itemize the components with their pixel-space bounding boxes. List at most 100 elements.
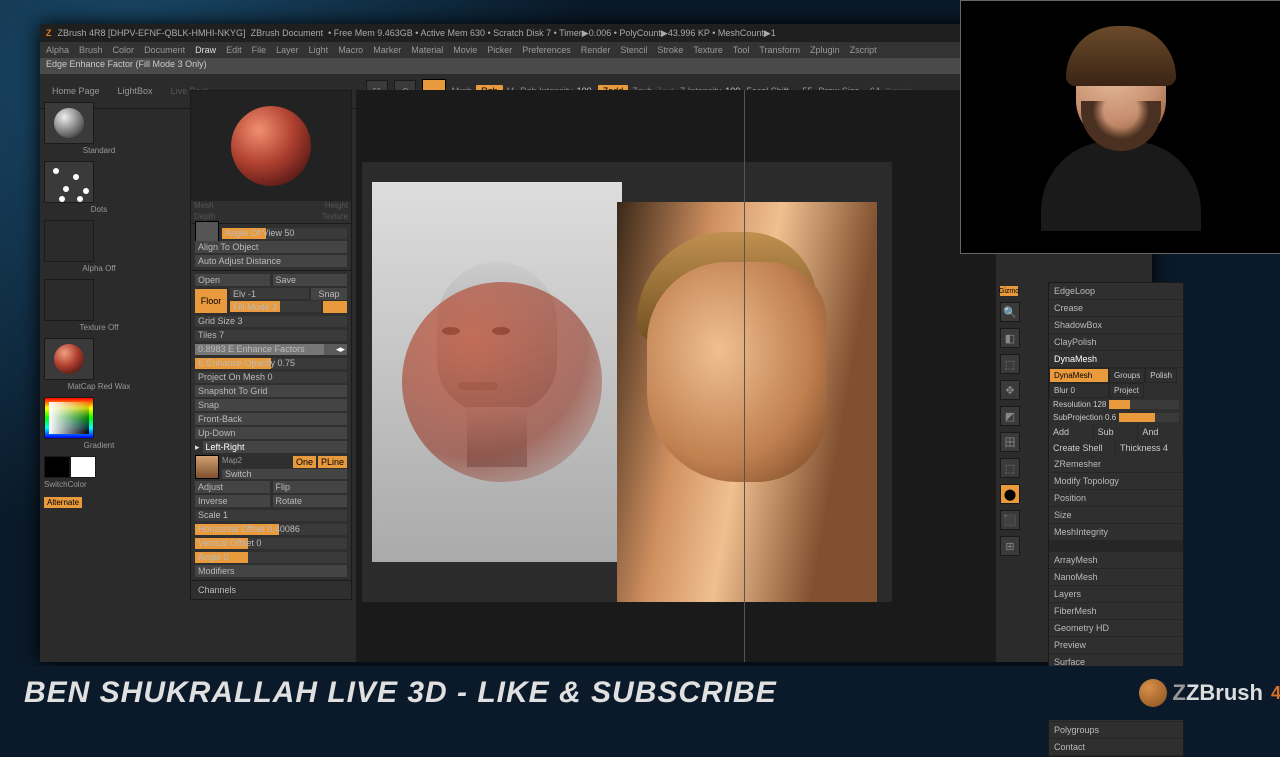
e-enhance-opacity-slider[interactable]: E Enhance Opacity 0.75 [195, 358, 347, 369]
elv-slider[interactable]: Elv -1 [230, 288, 309, 299]
scale-slider[interactable]: Scale 1 [195, 510, 347, 521]
project-on-mesh-slider[interactable]: Project On Mesh 0 [195, 372, 347, 383]
left-right-button[interactable]: Left-Right [203, 441, 347, 453]
tab-lightbox[interactable]: LightBox [112, 84, 159, 98]
material-thumbnail[interactable] [44, 338, 94, 380]
menu-item[interactable]: Preferences [522, 45, 571, 55]
and-button[interactable]: And [1138, 424, 1183, 440]
angle-of-view-slider[interactable]: Angle Of View 50 [222, 228, 347, 239]
menu-item[interactable]: Material [411, 45, 443, 55]
grid-icon[interactable]: 田 [1000, 432, 1020, 452]
angle-slider[interactable]: Angle 0 [195, 552, 347, 563]
auto-adjust-button[interactable]: Auto Adjust Distance [195, 255, 347, 267]
pline-button[interactable]: PLine [318, 456, 347, 468]
document-area[interactable] [362, 162, 892, 602]
subprojection-label[interactable]: SubProjection 0.6 [1053, 413, 1116, 422]
grid-size-slider[interactable]: Grid Size 3 [195, 316, 347, 327]
menu-item[interactable]: Alpha [46, 45, 69, 55]
adjust-button[interactable]: Adjust [195, 481, 270, 493]
panel-item[interactable]: ClayPolish [1049, 334, 1183, 351]
preview-tab[interactable]: Depth [194, 212, 215, 221]
brush-thumbnail[interactable] [44, 102, 94, 144]
snap-grid-button[interactable]: Snap [195, 399, 347, 411]
perspective-icon[interactable]: ⬚ [1000, 458, 1020, 478]
menu-item[interactable]: Layer [276, 45, 299, 55]
switch-color-label[interactable]: SwitchColor [44, 480, 154, 489]
dynamesh-button[interactable]: DynaMesh [1049, 368, 1109, 383]
thickness-slider[interactable]: Thickness 4 [1116, 440, 1183, 456]
panel-item[interactable]: Polygroups [1049, 722, 1183, 739]
panel-item[interactable]: Geometry HD [1049, 620, 1183, 637]
up-down-button[interactable]: Up-Down [195, 427, 347, 439]
panel-item[interactable]: ShadowBox [1049, 317, 1183, 334]
menu-item[interactable]: Marker [373, 45, 401, 55]
add-button[interactable]: Add [1049, 424, 1094, 440]
panel-item[interactable]: MeshIntegrity [1049, 524, 1183, 541]
alpha-thumbnail[interactable] [44, 220, 94, 262]
panel-item[interactable]: ArrayMesh [1049, 552, 1183, 569]
stroke-thumbnail[interactable] [44, 161, 94, 203]
panel-item[interactable]: FiberMesh [1049, 603, 1183, 620]
menu-item[interactable]: Brush [79, 45, 103, 55]
flip-button[interactable]: Flip [273, 481, 348, 493]
align-to-object-button[interactable]: Align To Object [195, 241, 347, 253]
preview-tab[interactable]: Height [325, 201, 348, 210]
e-enhance-factor-slider[interactable]: 0.8983 E Enhance Factors◂▸ [195, 344, 347, 355]
frame-icon[interactable]: ⬚ [1000, 354, 1020, 374]
menu-item[interactable]: Draw [195, 45, 216, 55]
one-button[interactable]: One [293, 456, 316, 468]
menu-item[interactable]: File [252, 45, 267, 55]
menu-item[interactable]: Zscript [850, 45, 877, 55]
panel-item[interactable]: Position [1049, 490, 1183, 507]
save-button[interactable]: Save [273, 274, 348, 286]
panel-item[interactable]: Contact [1049, 739, 1183, 756]
v-offset-slider[interactable]: Vertical Offset 0 [195, 538, 347, 549]
panel-item[interactable]: Layers [1049, 586, 1183, 603]
inverse-button[interactable]: Inverse [195, 495, 270, 507]
resolution-slider[interactable] [1109, 400, 1179, 409]
menu-item[interactable]: Tool [733, 45, 750, 55]
menu-item[interactable]: Movie [453, 45, 477, 55]
scale-icon[interactable]: ◩ [1000, 406, 1020, 426]
panel-item[interactable]: ZRemesher [1049, 456, 1183, 473]
project-toggle[interactable]: Project [1109, 383, 1144, 398]
color-picker[interactable] [44, 397, 94, 439]
half-icon[interactable]: ◧ [1000, 328, 1020, 348]
menu-item[interactable]: Render [581, 45, 611, 55]
xpose-icon[interactable]: ⊞ [1000, 536, 1020, 556]
gradient-label[interactable]: Gradient [44, 441, 154, 450]
snapshot-to-grid-button[interactable]: Snapshot To Grid [195, 385, 347, 397]
dynamesh-header[interactable]: DynaMesh [1049, 351, 1183, 368]
modifiers-section[interactable]: Modifiers [195, 565, 347, 577]
h-offset-slider[interactable]: Horizontal Offset 0.40086 [195, 524, 347, 535]
rotate-button[interactable]: Rotate [273, 495, 348, 507]
floor-toggle[interactable]: Floor [195, 289, 227, 313]
tab-home[interactable]: Home Page [46, 84, 106, 98]
front-back-button[interactable]: Front-Back [195, 413, 347, 425]
resolution-label[interactable]: Resolution 128 [1053, 400, 1106, 409]
menu-item[interactable]: Document [144, 45, 185, 55]
panel-item[interactable]: EdgeLoop [1049, 283, 1183, 300]
sub-button[interactable]: Sub [1094, 424, 1139, 440]
switch-color-swatches[interactable] [44, 456, 154, 478]
preview-tab[interactable]: Texture [322, 212, 348, 221]
canvas-viewport[interactable] [356, 90, 996, 662]
menu-item[interactable]: Texture [693, 45, 723, 55]
gizmo-toggle[interactable]: Gizmo [1000, 286, 1018, 296]
menu-item[interactable]: Edit [226, 45, 242, 55]
menu-item[interactable]: Color [113, 45, 135, 55]
polish-toggle[interactable]: Polish [1145, 368, 1177, 383]
panel-item[interactable]: Preview [1049, 637, 1183, 654]
menu-item[interactable]: Zplugin [810, 45, 840, 55]
menu-item[interactable]: Picker [487, 45, 512, 55]
alternate-button[interactable]: Alternate [44, 497, 82, 508]
open-button[interactable]: Open [195, 274, 270, 286]
menu-item[interactable]: Stroke [657, 45, 683, 55]
menu-item[interactable]: Macro [338, 45, 363, 55]
draw-preview[interactable] [191, 91, 351, 201]
snap-button[interactable]: Snap [311, 288, 347, 300]
fill-mode-slider[interactable]: Fill Mode 3 [230, 301, 321, 312]
map-thumbnail[interactable] [195, 455, 219, 479]
texture-thumbnail[interactable] [44, 279, 94, 321]
fill-axis-icon[interactable] [323, 301, 347, 313]
